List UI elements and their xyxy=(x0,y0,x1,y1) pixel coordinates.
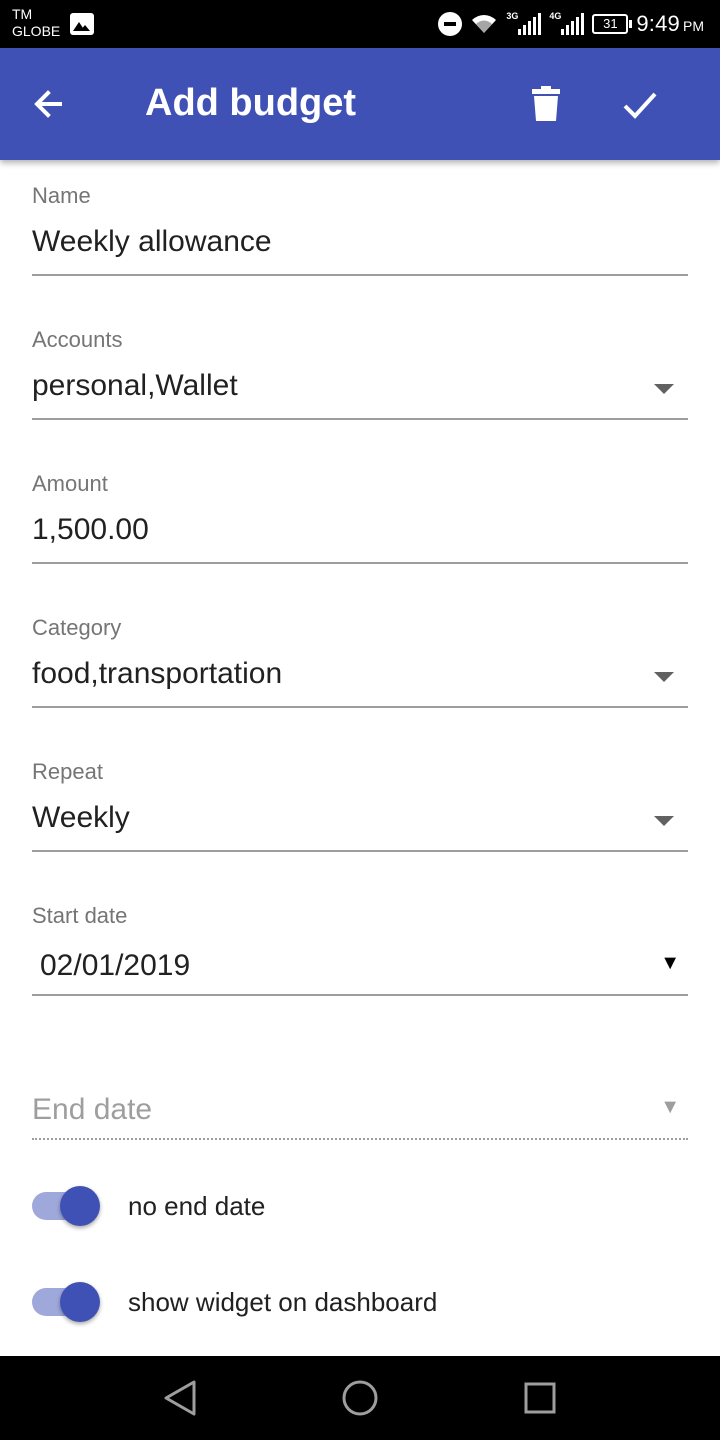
gallery-notification-icon xyxy=(70,13,94,35)
date-dropdown-icon: ▼ xyxy=(660,952,680,974)
dropdown-arrow-icon xyxy=(654,672,674,682)
show-widget-row: show widget on dashboard xyxy=(32,1280,688,1324)
carrier-line-2: GLOBE xyxy=(12,23,61,39)
clock: 9:49 PM xyxy=(636,11,704,37)
end-date-picker[interactable]: End date xyxy=(32,1090,688,1130)
no-end-date-row: no end date xyxy=(32,1184,688,1228)
delete-icon xyxy=(532,86,560,121)
start-date-picker[interactable]: 02/01/2019 xyxy=(32,946,688,986)
check-icon xyxy=(623,92,657,119)
carrier-line-1: TM xyxy=(12,6,33,22)
home-circle-icon xyxy=(342,1380,378,1416)
arrow-back-icon xyxy=(34,90,62,118)
back-triangle-icon xyxy=(164,1380,196,1416)
amount-label: Amount xyxy=(32,471,108,496)
show-widget-label: show widget on dashboard xyxy=(128,1286,438,1317)
status-indicators: 3G 4G 31 9:49 PM xyxy=(438,0,704,48)
repeat-select[interactable]: Weekly xyxy=(32,798,688,838)
delete-button[interactable] xyxy=(520,80,568,128)
system-nav-bar xyxy=(0,1356,720,1440)
amount-input[interactable]: 1,500.00 xyxy=(32,510,688,550)
clock-ampm: PM xyxy=(683,18,704,34)
start-date-field[interactable]: Start date 02/01/2019 ▼ xyxy=(32,902,688,996)
nav-recents-button[interactable] xyxy=(518,1376,562,1420)
signal-3g-icon: 3G xyxy=(506,11,542,35)
toggle-thumb xyxy=(60,1282,100,1322)
accounts-select[interactable]: personal,Wallet xyxy=(32,366,688,406)
start-date-label: Start date xyxy=(32,903,128,928)
category-field[interactable]: Category food,transportation xyxy=(32,614,688,708)
accounts-field[interactable]: Accounts personal,Wallet xyxy=(32,326,688,420)
repeat-label: Repeat xyxy=(32,759,103,784)
category-label: Category xyxy=(32,615,122,640)
end-date-underline xyxy=(32,1138,688,1140)
end-date-field[interactable]: End date ▼ xyxy=(32,1090,688,1140)
repeat-underline xyxy=(32,850,688,852)
add-budget-screen: TM GLOBE 3G 4G 31 9:49 PM Add budget Nam… xyxy=(0,0,720,1440)
carrier-name: TM GLOBE xyxy=(12,6,60,40)
network-4g-label: 4G xyxy=(549,11,562,21)
category-select[interactable]: food,transportation xyxy=(32,654,688,694)
dropdown-arrow-icon xyxy=(654,384,674,394)
name-underline xyxy=(32,274,688,276)
nav-back-button[interactable] xyxy=(158,1376,202,1420)
name-input[interactable]: Weekly allowance xyxy=(32,222,688,262)
toggle-thumb xyxy=(60,1186,100,1226)
recents-square-icon xyxy=(524,1382,556,1414)
do-not-disturb-icon xyxy=(438,12,463,36)
clock-time: 9:49 xyxy=(636,11,680,36)
name-label: Name xyxy=(32,183,91,208)
name-field[interactable]: Name Weekly allowance xyxy=(32,182,688,276)
no-end-date-toggle[interactable] xyxy=(32,1184,100,1228)
network-3g-label: 3G xyxy=(506,11,519,21)
end-date-dropdown-icon: ▼ xyxy=(660,1096,680,1118)
back-button[interactable] xyxy=(24,80,72,128)
start-date-underline xyxy=(32,994,688,996)
amount-field[interactable]: Amount 1,500.00 xyxy=(32,470,688,564)
accounts-label: Accounts xyxy=(32,327,123,352)
dropdown-arrow-icon xyxy=(654,816,674,826)
status-bar: TM GLOBE 3G 4G 31 9:49 PM xyxy=(0,0,720,48)
nav-home-button[interactable] xyxy=(338,1376,382,1420)
category-underline xyxy=(32,706,688,708)
battery-icon: 31 xyxy=(592,14,633,34)
repeat-field[interactable]: Repeat Weekly xyxy=(32,758,688,852)
app-bar: Add budget xyxy=(0,48,720,160)
accounts-underline xyxy=(32,418,688,420)
save-button[interactable] xyxy=(616,80,664,128)
signal-4g-icon: 4G xyxy=(549,11,585,35)
show-widget-toggle[interactable] xyxy=(32,1280,100,1324)
wifi-icon xyxy=(472,15,497,33)
no-end-date-label: no end date xyxy=(128,1190,266,1221)
page-title: Add budget xyxy=(145,82,357,124)
amount-underline xyxy=(32,562,688,564)
